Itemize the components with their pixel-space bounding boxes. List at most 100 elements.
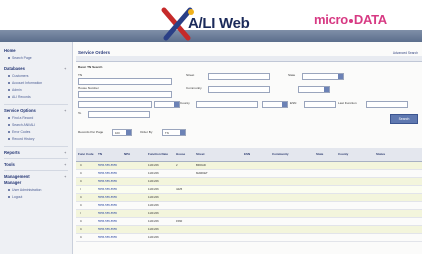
county-input[interactable] [196,101,258,108]
sidebar-item-find-record[interactable]: Find a Record [8,116,33,120]
advanced-search-link[interactable]: Advanced Search [393,51,418,55]
column-header[interactable]: Community [272,152,289,156]
table-row[interactable]: C 5555-555-5555 11/01/06 [76,202,422,210]
chevron-down-icon [180,130,185,135]
sidebar-item-label: Record History [12,137,35,141]
cell-tn[interactable]: 5555-555-5555 [98,235,117,239]
sidebar-item-tools[interactable]: Tools [4,162,15,167]
order-by-select[interactable]: TN [162,129,186,136]
sidebar-item-label: Error Codes [12,130,31,134]
cell-tn[interactable]: 5555-555-5555 [98,195,117,199]
microdata-logo-text-1: micro [314,12,348,27]
cell-tn[interactable]: 5555-555-5555 [98,211,117,215]
esn-input[interactable] [304,101,336,108]
street-input[interactable] [208,73,270,80]
table-row[interactable]: C 5555-555-5555 11/01/06 MARKET [76,170,422,178]
column-header[interactable]: Status [376,152,385,156]
expand-icon[interactable]: + [64,162,66,167]
expand-icon[interactable]: + [64,108,66,113]
table-row[interactable]: C 5555-555-5555 11/01/06 2 BROAD [76,162,422,170]
cell-tn[interactable]: 5555-555-5555 [98,219,117,223]
column-header[interactable]: TN [98,152,102,156]
community-label: Community [186,86,202,90]
street-label: Street [186,73,195,77]
bullet-icon [8,131,10,134]
cell-tn[interactable]: 5555-555-5555 [98,227,117,231]
sidebar-item-error-codes[interactable]: Error Codes [8,130,30,134]
cell-tn[interactable]: 5555-555-5555 [98,187,117,191]
county-select[interactable] [262,101,288,108]
sidebar-item-account-information[interactable]: Account Information [8,81,42,85]
sidebar-item-home[interactable]: Home [4,48,16,53]
records-per-page-select[interactable]: 100 [112,129,132,136]
sidebar-item-search-ani-ali[interactable]: Search ANI/ALI [8,123,35,127]
cell-house: 4425 [176,187,183,191]
cell-func: C [80,235,83,239]
column-header[interactable]: NPA [124,152,130,156]
column-header[interactable]: House [176,152,185,156]
community-select[interactable] [298,86,330,93]
house-number-input[interactable] [78,91,172,98]
table-row[interactable]: I 5555-555-5555 11/01/06 4425 [76,186,422,194]
header: A/LI Web micro DATA [0,0,422,42]
sidebar-item-label: ALI Records [12,95,31,99]
table-row[interactable]: C 5555-555-5555 11/01/06 [76,178,422,186]
cell-tn[interactable]: 5555-555-5555 [98,163,117,167]
column-header[interactable]: State [316,152,323,156]
main-content: Service Orders Advanced Search Basic TN … [76,46,422,254]
sidebar-divider [4,158,68,159]
page-title: Service Orders [78,50,111,55]
sidebar-item-databases[interactable]: Databases [4,66,25,71]
last-function-label: Last Function [338,101,357,105]
state-select[interactable] [302,73,344,80]
column-header[interactable]: County [338,152,348,156]
sidebar-item-manager[interactable]: Manager [4,180,21,185]
last-function-input[interactable] [366,101,408,108]
cell-date: 11/01/06 [148,179,159,183]
sidebar-item-admin[interactable]: Admin [8,88,22,92]
table-row[interactable]: C 5555-555-5555 11/01/06 [76,226,422,234]
cell-func: I [80,211,81,215]
column-header[interactable]: ESN [244,152,250,156]
sidebar-item-customers[interactable]: Customers [8,74,28,78]
records-per-page-value: 100 [115,131,120,135]
date-from-select[interactable] [154,101,180,108]
microdata-logo: micro DATA [314,12,387,27]
tn-input[interactable] [78,78,172,85]
sidebar-item-user-administration[interactable]: User Administration [8,188,41,192]
sidebar-item-record-history[interactable]: Record History [8,137,34,141]
cell-tn[interactable]: 5555-555-5555 [98,171,117,175]
table-row[interactable]: C 5555-555-5555 11/01/06 1560 [76,218,422,226]
order-by-label: Order By [140,130,153,134]
table-row[interactable]: I 5555-555-5555 11/01/06 [76,210,422,218]
sidebar-item-logout[interactable]: Logout [8,195,22,199]
table-row[interactable]: C 5555-555-5555 11/01/06 [76,194,422,202]
to-input[interactable] [88,111,150,118]
community-input[interactable] [208,86,270,93]
cell-date: 11/01/06 [148,187,159,191]
sidebar-item-management[interactable]: Management [4,174,30,179]
sidebar-item-ali-records[interactable]: ALI Records [8,95,31,99]
sidebar-item-service-options[interactable]: Service Options [4,108,36,113]
search-button[interactable]: Search [390,114,418,124]
cell-tn[interactable]: 5555-555-5555 [98,203,117,207]
bullet-icon [8,75,10,78]
bullet-icon [8,117,10,120]
sidebar-item-search-page[interactable]: Search Page [8,56,32,60]
expand-icon[interactable]: + [64,150,66,155]
expand-icon[interactable]: + [64,174,66,179]
column-header[interactable]: Function Date [148,152,168,156]
chevron-down-icon [324,87,329,92]
column-header[interactable]: Street [196,152,205,156]
cell-func: C [80,203,83,207]
table-row[interactable]: C 5555-555-5555 11/01/06 [76,234,422,242]
date-input[interactable] [78,101,152,108]
cell-date: 11/01/06 [148,203,159,207]
order-by-value: TN [165,131,169,135]
sidebar-divider [4,104,68,105]
expand-icon[interactable]: + [64,66,66,71]
cell-tn[interactable]: 5555-555-5555 [98,179,117,183]
cell-func: C [80,195,83,199]
sidebar-item-reports[interactable]: Reports [4,150,20,155]
column-header[interactable]: Func Code [78,152,94,156]
